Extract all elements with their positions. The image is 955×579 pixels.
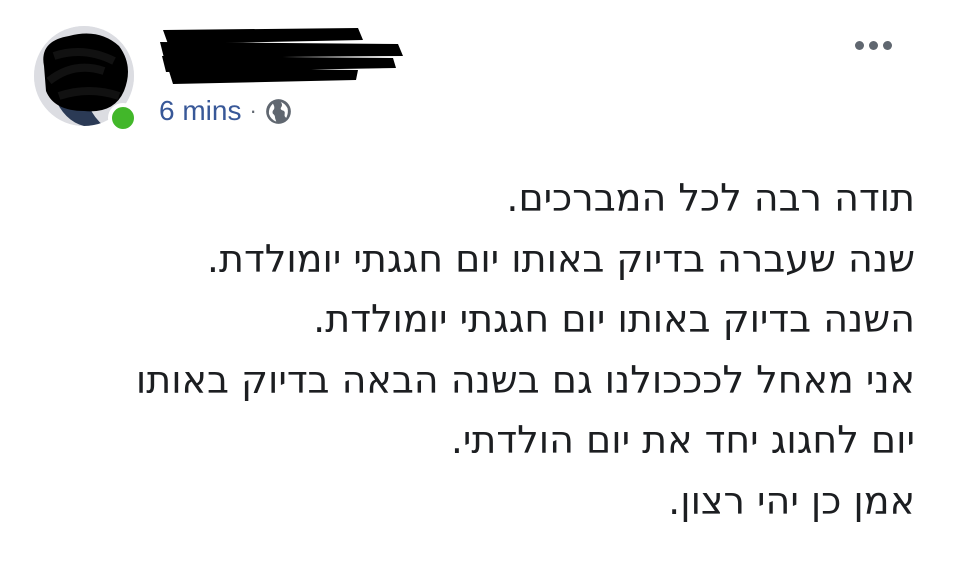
facebook-post: 6 mins · תודה רבה לכל המברכים. שנה שעברה…: [0, 0, 955, 579]
more-options-icon: [854, 40, 864, 50]
globe-icon[interactable]: [265, 98, 292, 125]
post-line: השנה בדיוק באותו יום חגגתי יומולדת.: [313, 297, 915, 341]
name-redaction: [160, 28, 403, 84]
post-body: תודה רבה לכל המברכים. שנה שעברה בדיוק בא…: [35, 168, 915, 531]
post-line: שנה שעברה בדיוק באותו יום חגגתי יומולדת.: [206, 236, 915, 281]
post-line: יום לחגוג יחד את יום הולדתי.: [450, 418, 915, 462]
post-meta: 6 mins ·: [159, 93, 292, 129]
more-options-button[interactable]: [845, 30, 901, 60]
more-options-icon: [868, 40, 878, 50]
post-line: אני מאחל לכככולנו גם בשנה הבאה בדיוק באו…: [135, 357, 915, 402]
post-line: תודה רבה לכל המברכים.: [506, 176, 915, 220]
meta-separator: ·: [249, 98, 257, 123]
post-timestamp[interactable]: 6 mins: [159, 93, 241, 129]
more-options-icon: [882, 40, 892, 50]
post-line: אמן כן יהי רצון.: [668, 478, 915, 523]
online-status-indicator: [108, 103, 138, 133]
